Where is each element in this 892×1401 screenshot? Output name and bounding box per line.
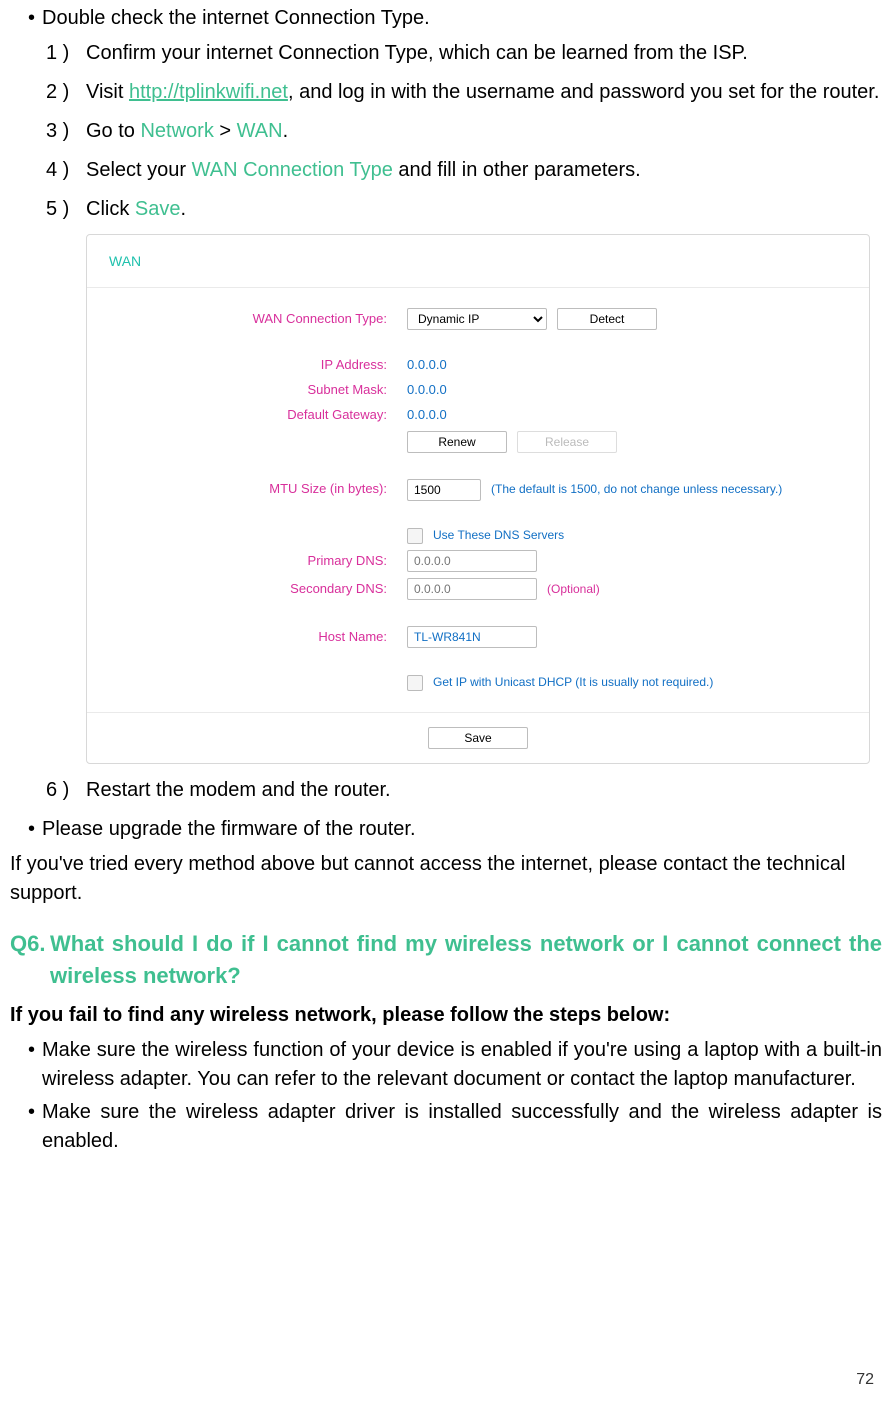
q6-number: Q6. xyxy=(10,928,50,960)
wan-conn-type-select[interactable]: Dynamic IP xyxy=(407,308,547,330)
subnet-mask-value: 0.0.0.0 xyxy=(407,381,447,400)
bullet-upgrade: Please upgrade the firmware of the route… xyxy=(28,815,882,844)
nav-network-label: Network xyxy=(140,120,213,142)
q6-heading: Q6.What should I do if I cannot find my … xyxy=(10,928,882,992)
tplink-url-link[interactable]: http://tplinkwifi.net xyxy=(129,81,288,103)
page-number: 72 xyxy=(856,1368,874,1391)
q6-title: What should I do if I cannot find my wir… xyxy=(50,931,882,988)
wan-settings-panel: WAN WAN Connection Type: Dynamic IP Dete… xyxy=(86,234,870,764)
step-5-num: 5 ) xyxy=(46,195,78,224)
step-3-post: . xyxy=(283,120,289,142)
contact-support-note: If you've tried every method above but c… xyxy=(10,850,882,908)
q6-bullet-2: Make sure the wireless adapter driver is… xyxy=(28,1098,882,1156)
secondary-dns-label: Secondary DNS: xyxy=(107,580,407,599)
nav-wan-label: WAN xyxy=(237,120,283,142)
save-button[interactable]: Save xyxy=(428,727,528,749)
step-6-text: Restart the modem and the router. xyxy=(86,779,391,801)
ip-address-label: IP Address: xyxy=(107,356,407,375)
step-3: 3 ) Go to Network > WAN. xyxy=(46,117,882,146)
ip-address-value: 0.0.0.0 xyxy=(407,356,447,375)
step-6-num: 6 ) xyxy=(46,776,78,805)
secondary-dns-input[interactable] xyxy=(407,578,537,600)
step-1-num: 1 ) xyxy=(46,39,78,68)
mtu-size-input[interactable] xyxy=(407,479,481,501)
step-4-post: and fill in other parameters. xyxy=(393,159,641,181)
primary-dns-input[interactable] xyxy=(407,550,537,572)
release-button[interactable]: Release xyxy=(517,431,617,453)
host-name-label: Host Name: xyxy=(107,628,407,647)
step-1-text: Confirm your internet Connection Type, w… xyxy=(86,42,748,64)
wan-panel-footer: Save xyxy=(87,713,869,763)
step-3-mid: > xyxy=(214,120,237,142)
host-name-input[interactable] xyxy=(407,626,537,648)
use-dns-checkbox[interactable] xyxy=(407,528,423,544)
wan-panel-body: WAN Connection Type: Dynamic IP Detect I… xyxy=(87,288,869,712)
q6-subheading: If you fail to find any wireless network… xyxy=(10,1001,882,1030)
step-2-num: 2 ) xyxy=(46,78,78,107)
wan-conn-type-field-label: WAN Connection Type: xyxy=(107,310,407,329)
step-4-pre: Select your xyxy=(86,159,192,181)
step-6: 6 ) Restart the modem and the router. xyxy=(46,776,882,805)
default-gateway-value: 0.0.0.0 xyxy=(407,406,447,425)
step-4: 4 ) Select your WAN Connection Type and … xyxy=(46,156,882,185)
use-dns-label: Use These DNS Servers xyxy=(433,527,564,544)
unicast-dhcp-checkbox[interactable] xyxy=(407,675,423,691)
wan-panel-title: WAN xyxy=(87,235,869,288)
subnet-mask-label: Subnet Mask: xyxy=(107,381,407,400)
mtu-size-label: MTU Size (in bytes): xyxy=(107,480,407,499)
unicast-dhcp-label: Get IP with Unicast DHCP (It is usually … xyxy=(433,674,713,691)
q6-bullet-1: Make sure the wireless function of your … xyxy=(28,1036,882,1094)
default-gateway-label: Default Gateway: xyxy=(107,406,407,425)
step-2-post: , and log in with the username and passw… xyxy=(288,81,879,103)
mtu-hint: (The default is 1500, do not change unle… xyxy=(491,481,782,498)
step-5-post: . xyxy=(180,198,186,220)
save-action-label: Save xyxy=(135,198,181,220)
wan-conn-type-label: WAN Connection Type xyxy=(192,159,393,181)
step-5: 5 ) Click Save. xyxy=(46,195,882,224)
step-5-pre: Click xyxy=(86,198,135,220)
step-4-num: 4 ) xyxy=(46,156,78,185)
step-2: 2 ) Visit http://tplinkwifi.net, and log… xyxy=(46,78,882,107)
optional-label: (Optional) xyxy=(547,581,600,598)
step-1: 1 ) Confirm your internet Connection Typ… xyxy=(46,39,882,68)
step-3-num: 3 ) xyxy=(46,117,78,146)
detect-button[interactable]: Detect xyxy=(557,308,657,330)
renew-button[interactable]: Renew xyxy=(407,431,507,453)
bullet-intro: Double check the internet Connection Typ… xyxy=(28,4,882,33)
step-2-pre: Visit xyxy=(86,81,129,103)
step-3-pre: Go to xyxy=(86,120,140,142)
primary-dns-label: Primary DNS: xyxy=(107,552,407,571)
